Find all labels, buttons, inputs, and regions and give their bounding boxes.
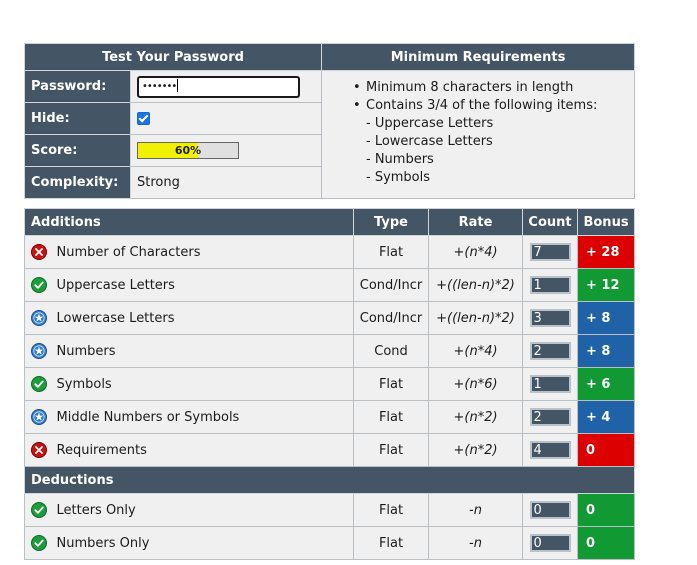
bonus-value: + 28 [577, 235, 636, 269]
requirement-subitem: - Lowercase Letters [366, 134, 493, 149]
score-label: Score: [24, 134, 131, 167]
score-bar: 60% [137, 142, 239, 159]
criteria-name: Uppercase Letters [52, 268, 355, 302]
addition-row: Numbers Cond +(n*4) 2 + 8 [24, 334, 636, 368]
count-field[interactable]: 2 [529, 408, 571, 426]
password-value: ••••••• [142, 80, 177, 92]
criteria-rate: +((len-n)*2) [428, 301, 524, 335]
addition-row: Lowercase Letters Cond/Incr +((len-n)*2)… [24, 301, 636, 335]
deduction-row: Numbers Only Flat -n 0 0 [24, 526, 636, 560]
scoring-table: Additions Type Rate Count Bonus Number o… [23, 208, 636, 560]
star-circle-icon [30, 409, 47, 425]
count-field[interactable]: 0 [529, 501, 571, 519]
bonus-value: + 12 [577, 268, 636, 302]
criteria-type: Cond/Incr [353, 301, 430, 335]
requirement-subitem: - Uppercase Letters [366, 116, 494, 131]
bonus-value: + 4 [577, 400, 636, 434]
check-circle-icon [30, 502, 47, 518]
criteria-rate: +(n*2) [428, 433, 524, 467]
count-field[interactable]: 2 [529, 342, 571, 360]
x-circle-icon [30, 442, 47, 458]
addition-row: Uppercase Letters Cond/Incr +((len-n)*2)… [24, 268, 636, 302]
addition-row: Middle Numbers or Symbols Flat +(n*2) 2 … [24, 400, 636, 434]
type-header: Type [353, 208, 430, 236]
count-field[interactable]: 1 [529, 276, 571, 294]
hide-label: Hide: [24, 102, 131, 135]
bonus-value: + 8 [577, 301, 636, 335]
test-heading: Test Your Password [24, 43, 322, 71]
criteria-type: Flat [353, 235, 430, 269]
addition-row: Requirements Flat +(n*2) 4 0 [24, 433, 636, 467]
criteria-name: Lowercase Letters [52, 301, 355, 335]
criteria-rate: +((len-n)*2) [428, 268, 524, 302]
bonus-value: + 8 [577, 334, 636, 368]
bonus-value: 0 [577, 493, 636, 527]
count-field[interactable]: 4 [529, 441, 571, 459]
criteria-rate: +(n*2) [428, 400, 524, 434]
criteria-type: Flat [353, 526, 430, 560]
addition-row: Number of Characters Flat +(n*4) 7 + 28 [24, 235, 636, 269]
bonus-header: Bonus [577, 208, 636, 236]
criteria-rate: -n [428, 526, 524, 560]
count-field[interactable]: 7 [529, 243, 571, 261]
criteria-rate: -n [428, 493, 524, 527]
complexity-value: Strong [130, 166, 322, 199]
additions-header: Additions [23, 208, 355, 236]
criteria-name: Middle Numbers or Symbols [52, 400, 355, 434]
text-caret [177, 79, 179, 92]
check-circle-icon [30, 535, 47, 551]
criteria-type: Cond/Incr [353, 268, 430, 302]
x-circle-icon [30, 244, 47, 260]
check-circle-icon [30, 376, 47, 392]
requirement-item: Minimum 8 characters in length [353, 79, 634, 97]
rate-header: Rate [428, 208, 524, 236]
criteria-type: Flat [353, 400, 430, 434]
password-input[interactable]: ••••••• [137, 75, 300, 98]
deductions-section: Deductions [23, 466, 636, 494]
criteria-rate: +(n*6) [428, 367, 524, 401]
addition-row: Symbols Flat +(n*6) 1 + 6 [24, 367, 636, 401]
criteria-name: Numbers [52, 334, 355, 368]
deductions-heading: Deductions [23, 466, 636, 494]
hide-checkbox[interactable] [137, 112, 150, 125]
requirements-list: Minimum 8 characters in length Contains … [321, 70, 635, 199]
count-header: Count [522, 208, 579, 236]
requirement-subitem: - Numbers [366, 152, 434, 167]
score-value: 60% [174, 144, 202, 157]
bonus-value: + 6 [577, 367, 636, 401]
criteria-type: Flat [353, 493, 430, 527]
criteria-name: Symbols [52, 367, 355, 401]
requirement-subitem: - Symbols [366, 170, 431, 185]
requirement-item: Contains 3/4 of the following items: [353, 97, 634, 115]
password-label: Password: [24, 70, 131, 103]
star-circle-icon [30, 343, 47, 359]
star-circle-icon [30, 310, 47, 326]
complexity-label: Complexity: [24, 166, 131, 199]
deduction-row: Letters Only Flat -n 0 0 [24, 493, 636, 527]
criteria-name: Number of Characters [52, 235, 355, 269]
criteria-name: Letters Only [52, 493, 355, 527]
criteria-type: Flat [353, 367, 430, 401]
criteria-type: Flat [353, 433, 430, 467]
criteria-rate: +(n*4) [428, 235, 524, 269]
criteria-type: Cond [353, 334, 430, 368]
count-field[interactable]: 0 [529, 534, 571, 552]
count-field[interactable]: 1 [529, 375, 571, 393]
criteria-rate: +(n*4) [428, 334, 524, 368]
criteria-name: Requirements [52, 433, 355, 467]
requirements-heading: Minimum Requirements [321, 43, 635, 71]
password-test-panel: Test Your Password Minimum Requirements … [24, 43, 635, 199]
bonus-value: 0 [577, 526, 636, 560]
bonus-value: 0 [577, 433, 636, 467]
criteria-name: Numbers Only [52, 526, 355, 560]
count-field[interactable]: 3 [529, 309, 571, 327]
check-circle-icon [30, 277, 47, 293]
